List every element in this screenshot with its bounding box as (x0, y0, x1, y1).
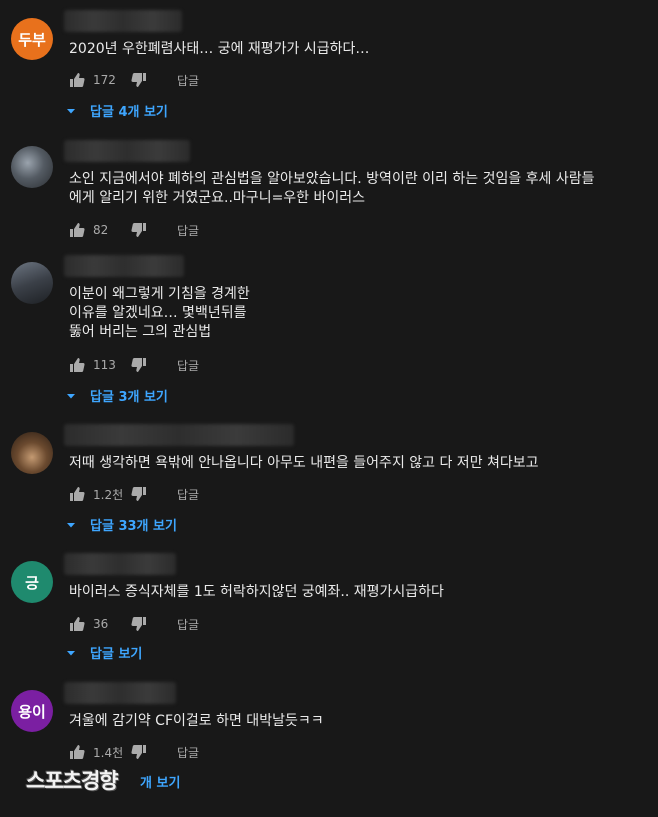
avatar-initials: 두부 (18, 30, 46, 49)
reply-button[interactable]: 답글 (177, 222, 199, 239)
reply-button[interactable]: 답글 (177, 486, 199, 503)
view-replies-button[interactable]: 답글 3개 보기 (66, 386, 168, 405)
view-replies-button[interactable]: 개 보기 (140, 772, 180, 791)
like-count: 82 (93, 223, 109, 237)
caret-down-icon (67, 393, 75, 398)
author-name-blurred[interactable] (64, 553, 176, 575)
thumbs-up-icon[interactable] (69, 72, 85, 88)
view-replies-label: 답글 3개 보기 (90, 390, 168, 405)
view-replies-button[interactable]: 답글 33개 보기 (66, 515, 177, 534)
comment-actions: 1.2천 답글 (69, 484, 199, 504)
thumbs-down-icon[interactable] (131, 616, 147, 632)
comment-actions: 82 답글 (69, 220, 199, 240)
thumbs-up-icon[interactable] (69, 357, 85, 373)
author-name-blurred[interactable] (64, 140, 190, 162)
caret-down-icon (67, 522, 75, 527)
avatar[interactable]: 용이 (11, 690, 53, 732)
comment-text: 2020년 우한폐렴사태… 궁에 재평가가 시급하다… (69, 41, 370, 57)
avatar[interactable]: 두부 (11, 18, 53, 60)
author-name-blurred[interactable] (64, 10, 182, 32)
avatar[interactable] (11, 262, 53, 304)
comment-actions: 1.4천 답글 (69, 742, 199, 762)
avatar[interactable]: 긍 (11, 561, 53, 603)
author-name-blurred[interactable] (64, 682, 176, 704)
view-replies-label: 개 보기 (140, 776, 181, 791)
comment-text: 겨울에 감기약 CF이걸로 하면 대박날듯ㅋㅋ (69, 713, 324, 729)
thumbs-down-icon[interactable] (131, 72, 147, 88)
comment-text: 소인 지금에서야 폐하의 관심법을 알아보았습니다. 방역이란 이리 하는 것임… (69, 171, 595, 206)
comment-text: 바이러스 증식자체를 1도 허락하지않던 궁예좌.. 재평가시급하다 (69, 584, 444, 600)
reply-button[interactable]: 답글 (177, 357, 199, 374)
reply-button[interactable]: 답글 (177, 616, 199, 633)
avatar-initials: 용이 (18, 702, 46, 721)
view-replies-label: 답글 보기 (90, 647, 143, 662)
comment-actions: 172 답글 (69, 70, 199, 90)
thumbs-down-icon[interactable] (131, 357, 147, 373)
watermark-logo: 스포츠경향 (26, 769, 119, 793)
thumbs-up-icon[interactable] (69, 616, 85, 632)
author-name-blurred[interactable] (64, 424, 294, 446)
thumbs-down-icon[interactable] (131, 486, 147, 502)
comment-actions: 36 답글 (69, 614, 199, 634)
caret-down-icon (67, 650, 75, 655)
comment-text: 저때 생각하면 욕밖에 안나옵니다 아무도 내편을 들어주지 않고 다 저만 쳐… (69, 455, 539, 471)
view-replies-label: 답글 4개 보기 (90, 105, 168, 120)
thumbs-down-icon[interactable] (131, 744, 147, 760)
avatar[interactable] (11, 146, 53, 188)
avatar[interactable] (11, 432, 53, 474)
reply-button[interactable]: 답글 (177, 72, 199, 89)
thumbs-up-icon[interactable] (69, 486, 85, 502)
like-count: 113 (93, 358, 116, 372)
like-count: 172 (93, 73, 116, 87)
avatar-initials: 긍 (25, 573, 39, 592)
thumbs-down-icon[interactable] (131, 222, 147, 238)
comment-text: 이분이 왜그렇게 기침을 경계한 이유를 알겠네요… 몇백년뒤를 뚫어 버리는 … (69, 286, 250, 340)
author-name-blurred[interactable] (64, 255, 184, 277)
view-replies-button[interactable]: 답글 4개 보기 (66, 101, 168, 120)
like-count: 1.4천 (93, 745, 124, 760)
caret-down-icon (67, 108, 75, 113)
like-count: 36 (93, 617, 109, 631)
view-replies-button[interactable]: 답글 보기 (66, 643, 142, 662)
thumbs-up-icon[interactable] (69, 744, 85, 760)
view-replies-label: 답글 33개 보기 (90, 519, 177, 534)
reply-button[interactable]: 답글 (177, 744, 199, 761)
comment-actions: 113 답글 (69, 355, 199, 375)
like-count: 1.2천 (93, 487, 124, 502)
thumbs-up-icon[interactable] (69, 222, 85, 238)
